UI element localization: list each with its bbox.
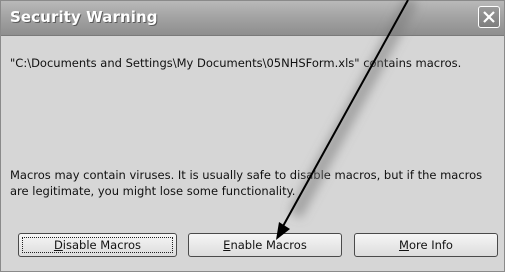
enable-macros-label: Enable Macros bbox=[223, 238, 307, 252]
more-info-label: More Info bbox=[399, 238, 453, 252]
disable-mnemonic: D bbox=[53, 238, 63, 252]
disable-label-rest: isable Macros bbox=[62, 238, 142, 252]
security-warning-dialog: Security Warning "C:\Documents and Setti… bbox=[0, 0, 505, 272]
more-info-button[interactable]: More Info bbox=[354, 233, 498, 257]
enable-macros-button[interactable]: Enable Macros bbox=[188, 233, 342, 257]
dialog-title: Security Warning bbox=[10, 8, 158, 26]
disable-macros-label: Disable Macros bbox=[54, 238, 141, 252]
macro-file-message: "C:\Documents and Settings\My Documents\… bbox=[10, 56, 462, 70]
macro-warning-text: Macros may contain viruses. It is usuall… bbox=[10, 168, 483, 198]
close-button[interactable] bbox=[478, 6, 500, 28]
title-bar[interactable]: Security Warning bbox=[1, 1, 504, 36]
enable-label-rest: nable Macros bbox=[230, 238, 307, 252]
more-mnemonic: M bbox=[399, 238, 409, 252]
close-icon bbox=[483, 11, 495, 23]
more-label-rest: ore Info bbox=[408, 238, 453, 252]
disable-macros-button[interactable]: Disable Macros bbox=[18, 233, 177, 257]
